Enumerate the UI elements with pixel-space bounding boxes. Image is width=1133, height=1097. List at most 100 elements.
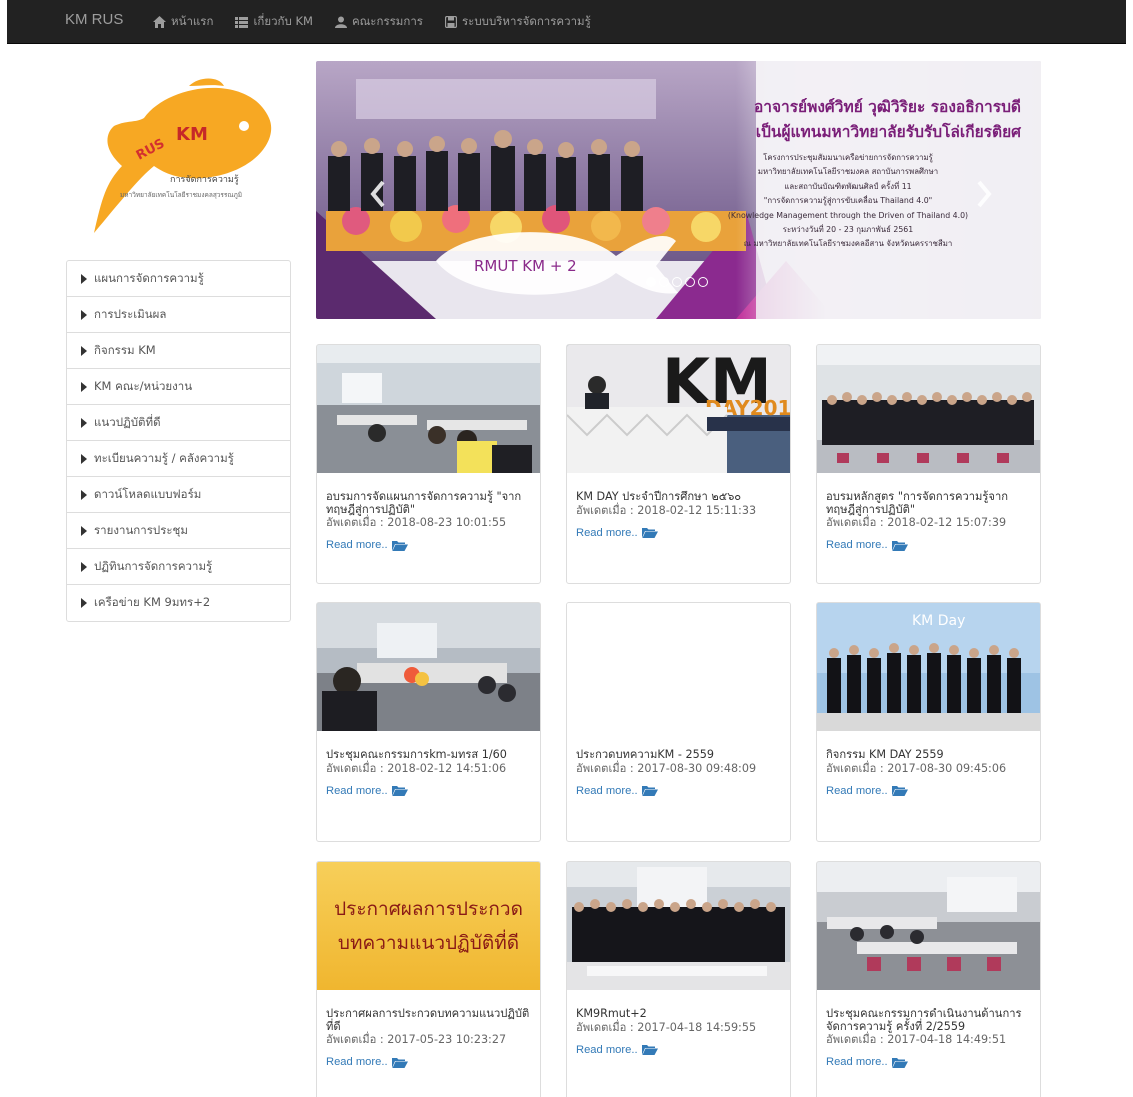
- read-more-label: Read more..: [826, 784, 888, 797]
- news-card[interactable]: KM9Rmut+2 อัพเดตเมื่อ : 2017-04-18 14:59…: [566, 861, 791, 1097]
- card-title[interactable]: ประชุมคณะกรรมการkm-มทรส 1/60: [326, 748, 530, 762]
- sidebar-item-km-faculty[interactable]: KM คณะ/หน่วยงาน: [67, 369, 290, 405]
- rus-km-logo[interactable]: RUS KM: [84, 78, 284, 238]
- list-icon: [235, 16, 249, 28]
- card-image-placeholder: [567, 603, 790, 731]
- caption-line: "การจัดการความรู้สู่การขับเคลื่อน Thaila…: [763, 196, 933, 206]
- read-more-link[interactable]: Read more..: [326, 785, 408, 797]
- card-title[interactable]: ประกาศผลการประกวดบทความแนวปฏิบัติที่ดี: [326, 1007, 530, 1033]
- carousel-next-button[interactable]: [974, 179, 994, 209]
- caret-right-icon: [81, 381, 87, 392]
- read-more-link[interactable]: Read more..: [326, 539, 408, 551]
- card-date: อัพเดตเมื่อ : 2018-02-12 15:11:33: [576, 503, 757, 517]
- user-icon: [334, 16, 347, 28]
- read-more-label: Read more..: [826, 539, 888, 552]
- folder-open-icon: [391, 540, 408, 551]
- sidebar-item-download-forms[interactable]: ดาวน์โหลดแบบฟอร์ม: [67, 477, 290, 513]
- card-title[interactable]: กิจกรรม KM DAY 2559: [826, 748, 1030, 762]
- caret-right-icon: [81, 561, 87, 572]
- nav-committee[interactable]: คณะกรรมการ: [334, 13, 423, 31]
- brand-link[interactable]: KM RUS: [65, 11, 123, 28]
- news-card[interactable]: ประกวดบทความKM - 2559 อัพเดตเมื่อ : 2017…: [566, 602, 791, 842]
- caret-right-icon: [81, 525, 87, 536]
- sidebar-item-km-calendar[interactable]: ปฏิทินการจัดการความรู้: [67, 549, 290, 585]
- caption-line: ณ มหาวิทยาลัยเทคโนโลยีราชมงคลอีสาน จังหว…: [743, 239, 953, 249]
- card-title[interactable]: KM DAY ประจำปีการศึกษา ๒๕๖๐: [576, 490, 780, 504]
- caret-right-icon: [81, 345, 87, 356]
- read-more-link[interactable]: Read more..: [576, 527, 658, 539]
- carousel-dot[interactable]: [685, 277, 695, 287]
- caret-right-icon: [81, 417, 87, 428]
- folder-open-icon: [641, 786, 658, 797]
- group-photo: [817, 345, 1040, 473]
- read-more-link[interactable]: Read more..: [576, 1044, 658, 1056]
- read-more-link[interactable]: Read more..: [326, 1056, 408, 1068]
- caption-line: ระหว่างวันที่ 20 - 23 กุมภาพันธ์ 2561: [782, 225, 914, 235]
- card-date: อัพเดตเมื่อ : 2017-04-18 14:59:55: [576, 1020, 757, 1034]
- meeting-room-photo: [317, 345, 540, 473]
- card-title[interactable]: ประกวดบทความKM - 2559: [576, 748, 780, 762]
- read-more-link[interactable]: Read more..: [826, 785, 908, 797]
- news-card[interactable]: อบรมหลักสูตร "การจัดการความรู้จากทฤษฎีสู…: [816, 344, 1041, 584]
- sidebar-item-km-activities[interactable]: กิจกรรม KM: [67, 333, 290, 369]
- sidebar-item-label: กิจกรรม KM: [94, 342, 156, 357]
- card-title[interactable]: KM9Rmut+2: [576, 1007, 780, 1021]
- conference-group-photo: [567, 862, 790, 990]
- sidebar-item-best-practice[interactable]: แนวปฏิบัติที่ดี: [67, 405, 290, 441]
- sidebar-item-label: รายงานการประชุม: [94, 522, 188, 537]
- logo-subtitle: มหาวิทยาลัยเทคโนโลยีราชมงคลสุวรรณภูมิ: [120, 191, 243, 199]
- carousel-dot[interactable]: [672, 277, 682, 287]
- sidebar-item-km-plan[interactable]: แผนการจัดการความรู้: [67, 261, 290, 297]
- meeting-photo: [317, 603, 540, 731]
- nav-links: หน้าแรก เกี่ยวกับ KM คณะกรรมการ ระบบบริห…: [153, 0, 591, 44]
- carousel-headline-1: อาจารย์พงศ์วิทย์ วุฒิวิริยะ รองอธิการบดี: [753, 97, 1021, 116]
- read-more-link[interactable]: Read more..: [826, 539, 908, 551]
- card-title[interactable]: อบรมหลักสูตร "การจัดการความรู้จากทฤษฎีสู…: [826, 490, 1030, 516]
- card-date: อัพเดตเมื่อ : 2017-05-23 10:23:27: [326, 1033, 507, 1047]
- carousel-dot[interactable]: [698, 277, 708, 287]
- read-more-link[interactable]: Read more..: [826, 1056, 908, 1068]
- banner-text-1: ประกาศผลการประกวด: [334, 898, 523, 920]
- carousel-dot[interactable]: [646, 277, 656, 287]
- nav-km-system[interactable]: ระบบบริหารจัดการความรู้: [444, 13, 591, 31]
- nav-about-label: เกี่ยวกับ KM: [253, 14, 313, 28]
- nav-about[interactable]: เกี่ยวกับ KM: [235, 13, 313, 31]
- read-more-link[interactable]: Read more..: [576, 785, 658, 797]
- sidebar-item-evaluation[interactable]: การประเมินผล: [67, 297, 290, 333]
- banner-text-2: บทความแนวปฏิบัติที่ดี: [337, 932, 520, 954]
- carousel-indicators: [646, 277, 708, 287]
- news-card[interactable]: อบรมการจัดแผนการจัดการความรู้ "จากทฤษฎีส…: [316, 344, 541, 584]
- carousel-dot[interactable]: [659, 277, 669, 287]
- sidebar-item-label: KM คณะ/หน่วยงาน: [94, 378, 193, 393]
- caret-right-icon: [81, 489, 87, 500]
- logo-title: การจัดการความรู้: [170, 175, 239, 185]
- sidebar-item-km-network[interactable]: เครือข่าย KM 9มทร+2: [67, 585, 290, 621]
- read-more-label: Read more..: [326, 784, 388, 797]
- news-card[interactable]: KM DAY2018 KM DAY ประจำปีการศึกษา ๒๕๖๐ อ…: [566, 344, 791, 584]
- sidebar-item-label: ทะเบียนความรู้ / คลังความรู้: [94, 450, 234, 465]
- card-title[interactable]: ประชุมคณะกรรมการดำเนินงานด้านการจัดการคว…: [826, 1007, 1030, 1033]
- sidebar-item-knowledge-registry[interactable]: ทะเบียนความรู้ / คลังความรู้: [67, 441, 290, 477]
- folder-open-icon: [641, 1045, 658, 1056]
- carousel-headline-2: เป็นผู้แทนมหาวิทยาลัยรับรับโล่เกียรติยศ: [755, 122, 1021, 141]
- sidebar-item-meeting-reports[interactable]: รายงานการประชุม: [67, 513, 290, 549]
- nav-home[interactable]: หน้าแรก: [153, 13, 213, 31]
- news-card[interactable]: KM Day กิจกรรม KM DAY 2559 อัพเดตเมื่อ :…: [816, 602, 1041, 842]
- caption-line: โครงการประชุมสัมมนาเครือข่ายการจัดการควา…: [763, 153, 933, 162]
- km-day-group-photo: KM Day: [817, 603, 1040, 731]
- card-date: อัพเดตเมื่อ : 2017-08-30 09:48:09: [576, 761, 757, 775]
- folder-open-icon: [891, 786, 908, 797]
- news-card[interactable]: ประชุมคณะกรรมการkm-มทรส 1/60 อัพเดตเมื่อ…: [316, 602, 541, 842]
- carousel-prev-button[interactable]: [368, 179, 388, 209]
- folder-open-icon: [891, 540, 908, 551]
- news-card[interactable]: ประกาศผลการประกวด บทความแนวปฏิบัติที่ดี …: [316, 861, 541, 1097]
- folder-open-icon: [641, 528, 658, 539]
- card-title[interactable]: อบรมการจัดแผนการจัดการความรู้ "จากทฤษฎีส…: [326, 490, 530, 516]
- sidebar-item-label: ดาวน์โหลดแบบฟอร์ม: [94, 486, 202, 501]
- sidebar-menu: แผนการจัดการความรู้ การประเมินผล กิจกรรม…: [66, 260, 291, 622]
- news-card[interactable]: ประชุมคณะกรรมการดำเนินงานด้านการจัดการคว…: [816, 861, 1041, 1097]
- classroom-photo: [817, 862, 1040, 990]
- read-more-label: Read more..: [576, 526, 638, 539]
- sidebar-item-label: แนวปฏิบัติที่ดี: [94, 414, 161, 429]
- news-carousel: RMUT KM + 2 อาจารย์พงศ์วิทย์ วุฒิวิริยะ …: [316, 61, 1041, 319]
